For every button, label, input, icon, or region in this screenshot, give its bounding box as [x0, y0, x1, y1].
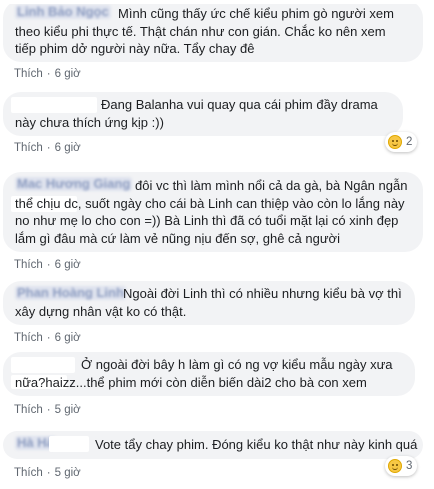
comment-time[interactable]: 6 giờ [55, 68, 81, 80]
reaction-badge[interactable]: 3 [385, 456, 418, 476]
comment-bubble: Linh Bảo Ngọc Mình cũng thấy ức chế kiểu… [3, 0, 423, 62]
like-link[interactable]: Thích [14, 332, 43, 344]
like-link[interactable]: Thích [14, 259, 43, 271]
like-link[interactable]: Thích [14, 467, 43, 479]
comment-time[interactable]: 6 giờ [55, 332, 81, 344]
comment-text: Vote tẩy chay phim. Đóng kiểu ko thật nh… [95, 437, 418, 452]
like-link[interactable]: Thích [14, 404, 43, 416]
comment-time[interactable]: 6 giờ [55, 259, 81, 271]
comment-text: Ngoài đời Linh thì có nhiều nhưng kiểu b… [15, 286, 402, 319]
comment-meta: Thích · 6 giờ [14, 68, 81, 80]
crop-edge [0, 0, 434, 4]
comment-time[interactable]: 5 giờ [55, 404, 81, 416]
haha-emoji-icon [388, 135, 402, 149]
comment-text: đôi vc thì làm mình nổi cả da gà, bà Ngâ… [15, 178, 408, 246]
comment-time[interactable]: 5 giờ [55, 467, 81, 479]
comment-meta: Thích · 6 giờ [14, 142, 81, 154]
comment-text: Đang Balanha vui quay qua cái phim đầy d… [15, 97, 378, 130]
comment-meta: Thích · 5 giờ [14, 404, 81, 416]
comment-bubble: Mac Hương Giang đôi vc thì làm mình nổi … [3, 172, 423, 252]
like-link[interactable]: Thích [14, 142, 43, 154]
comment-bubble: Ở ngoài đời bây h làm gì có ng vợ kiểu m… [3, 352, 415, 396]
comment-text: Mình cũng thấy ức chế kiểu phim gò người… [15, 6, 394, 56]
comment-bubble: Đang Balanha vui quay qua cái phim đầy d… [3, 92, 403, 136]
like-link[interactable]: Thích [14, 68, 43, 80]
haha-emoji-icon [388, 459, 402, 473]
comment-meta: Thích · 5 giờ [14, 467, 81, 479]
comment-text: Ở ngoài đời bây h làm gì có ng vợ kiểu m… [15, 357, 393, 390]
comment-bubble: Phan Hoàng Linh Ngoài đời Linh thì có nh… [3, 281, 415, 325]
comment-time[interactable]: 6 giờ [55, 142, 81, 154]
reaction-badge[interactable]: 2 [385, 132, 418, 152]
comment-meta: Thích · 6 giờ [14, 259, 81, 271]
reaction-count: 2 [406, 136, 413, 148]
reaction-count: 3 [406, 460, 413, 472]
comment-bubble: Hà Hà Vote tẩy chay phim. Đóng kiểu ko t… [3, 431, 423, 459]
comment-meta: Thích · 6 giờ [14, 332, 81, 344]
